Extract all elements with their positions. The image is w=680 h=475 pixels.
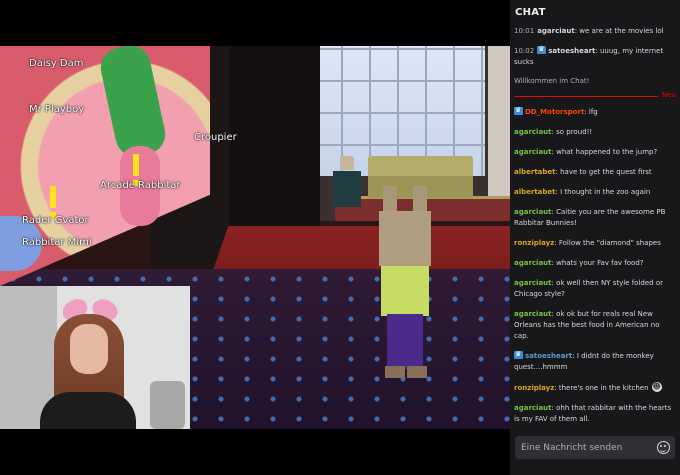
message-username[interactable]: agarciaut: [514, 148, 552, 156]
message-username[interactable]: satoesheart: [525, 352, 572, 360]
message-username[interactable]: DD_Motorsport: [525, 108, 584, 116]
message-username[interactable]: agarciaut: [514, 404, 552, 412]
new-label: Neu: [662, 91, 676, 99]
chat-title: CHAT: [515, 7, 546, 18]
message-username[interactable]: agarciaut: [514, 208, 552, 216]
emote-icon: [651, 381, 662, 392]
stream-viewport[interactable]: Daisy Dam Mr Playboy Croupier Arcade Rab…: [0, 0, 510, 475]
message-username[interactable]: albertabet: [514, 188, 556, 196]
npc-nametag: Croupier: [194, 132, 237, 143]
chair: [150, 381, 185, 429]
message-text: I thought in the zoo again: [560, 188, 651, 196]
new-messages-divider: Neu: [514, 91, 680, 101]
message-time: 10:02: [514, 47, 535, 55]
player-avatar: [375, 186, 435, 396]
message-username[interactable]: satoesheart: [548, 47, 595, 55]
message-username[interactable]: agarciaut: [514, 279, 552, 287]
right-wall: [488, 46, 510, 221]
chat-message: agarciaut: ok well then NY style folded …: [514, 278, 676, 300]
message-username[interactable]: agarciaut: [514, 310, 552, 318]
emote-smiley-icon[interactable]: [657, 441, 670, 454]
message-text: Follow the "diamond" shapes: [558, 239, 661, 247]
chat-message: agarciaut: ohh that rabbitar with the he…: [514, 403, 676, 425]
lamp: [340, 156, 354, 170]
message-username[interactable]: agarciaut: [514, 128, 552, 136]
chat-message: agarciaut: whats your Fav fav food?: [514, 258, 676, 269]
chat-message: agarciaut: ok ok but for reals real New …: [514, 309, 676, 342]
welcome-message: Willkommen im Chat!: [514, 77, 590, 85]
message-text: so proud!!: [556, 128, 593, 136]
chat-message: DD_Motorsport: lfg: [514, 105, 676, 118]
npc-nametag: Daisy Dam: [29, 58, 84, 69]
chat-message: agarciaut: Caitie you are the awesome PB…: [514, 207, 676, 229]
message-text: we are at the movies lol: [579, 27, 664, 35]
npc-nametag: Mr Playboy: [29, 104, 85, 115]
streamer: [40, 294, 136, 429]
npc-nametag: Rader Gvator: [22, 215, 89, 226]
npc-nametag: Rabbitar Mimi: [22, 237, 92, 248]
message-text: lfg: [588, 108, 598, 116]
crown-badge-icon: [537, 44, 547, 55]
chat-input-box[interactable]: [515, 436, 675, 459]
chat-message: ronziplayz: there's one in the kitchen: [514, 381, 676, 394]
chat-message: satoesheart: I didnt do the monkey quest…: [514, 349, 676, 373]
message-username[interactable]: ronziplayz: [514, 239, 554, 247]
divider-line: [514, 96, 658, 97]
message-text: there's one in the kitchen: [558, 384, 649, 392]
message-username[interactable]: agarciaut: [514, 259, 552, 267]
chat-message: ronziplayz: Follow the "diamond" shapes: [514, 238, 676, 249]
message-text: whats your Fav fav food?: [556, 259, 644, 267]
crown-badge-icon: [514, 349, 523, 360]
chat-message: agarciaut: so proud!!: [514, 127, 676, 138]
dark-wall-right: [230, 46, 320, 236]
message-text: what happened to the jump?: [556, 148, 658, 156]
message-time: 10:01: [514, 27, 535, 35]
message-text: have to get the quest first: [560, 168, 652, 176]
chat-panel: CHAT 10:01 agarciaut: we are at the movie…: [510, 0, 680, 475]
quest-marker-icon[interactable]: [50, 186, 56, 218]
quest-marker-icon[interactable]: [133, 154, 139, 186]
crown-badge-icon: [514, 105, 523, 116]
chat-message: 10:01 agarciaut: we are at the movies lol: [514, 26, 676, 37]
webcam-overlay: [0, 286, 190, 429]
chat-message: albertabet: have to get the quest first: [514, 167, 676, 178]
armchair: [333, 171, 361, 207]
chat-message: agarciaut: what happened to the jump?: [514, 147, 676, 158]
message-username[interactable]: albertabet: [514, 168, 556, 176]
message-username[interactable]: agarciaut: [537, 27, 575, 35]
chat-message: albertabet: I thought in the zoo again: [514, 187, 676, 198]
npc-nametag: Arcade Rabbitar: [100, 180, 181, 191]
message-username[interactable]: ronziplayz: [514, 384, 554, 392]
chat-messages[interactable]: 10:01 agarciaut: we are at the movies lol…: [510, 24, 680, 428]
chat-input[interactable]: [515, 436, 650, 459]
chat-message: 10:02satoesheart: uuug, my internet suck…: [514, 44, 676, 68]
